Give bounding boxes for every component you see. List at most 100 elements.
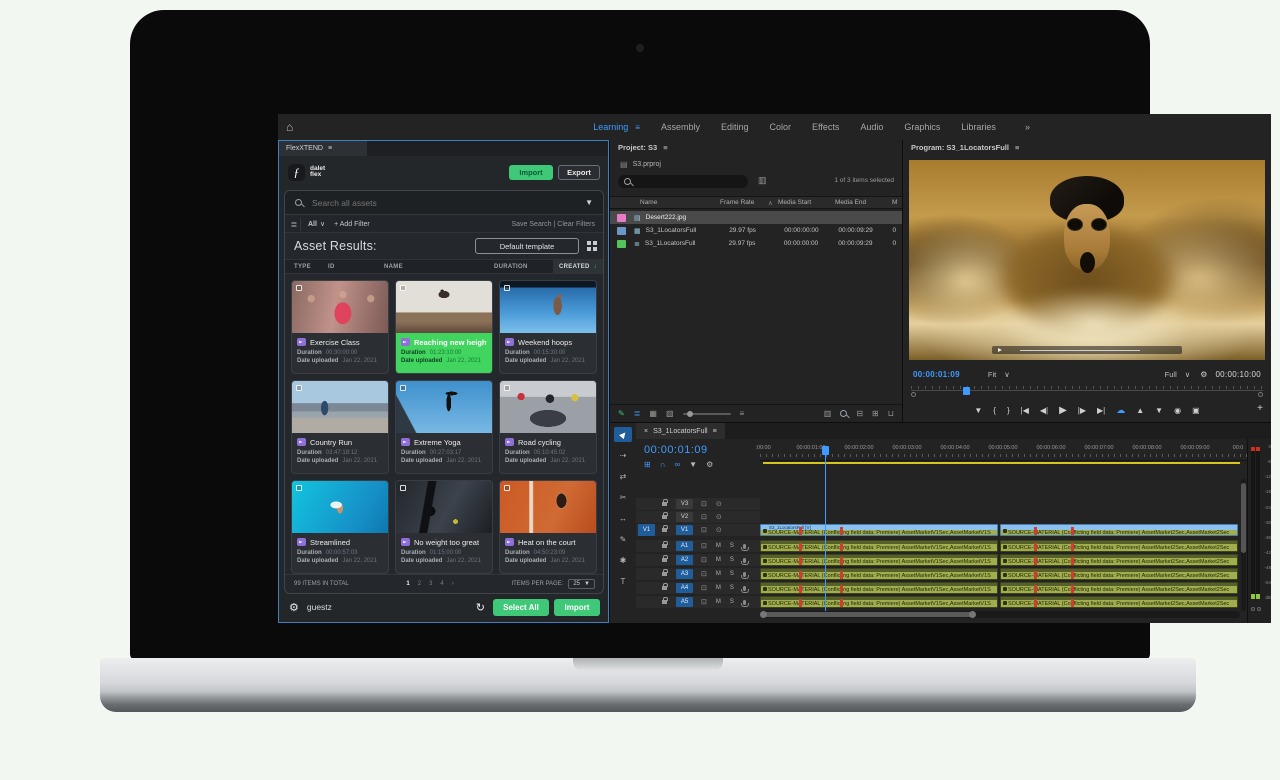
- page-next[interactable]: ›: [452, 581, 454, 587]
- clip-marker[interactable]: [799, 527, 802, 536]
- lock-icon[interactable]: [662, 600, 667, 604]
- solo-button[interactable]: S: [730, 571, 734, 577]
- track-name-a3[interactable]: A3: [676, 569, 693, 579]
- breadcrumb-label[interactable]: S3.prproj: [633, 161, 661, 168]
- track-name-a2[interactable]: A2: [676, 555, 693, 565]
- video-clip[interactable]: SOURCE-MATERIAL (Conflicting field data:…: [1000, 524, 1238, 536]
- close-icon[interactable]: ×: [644, 428, 648, 435]
- clip-marker[interactable]: [799, 599, 802, 608]
- sort-icon[interactable]: ≡: [740, 409, 745, 418]
- save-search-clear-filters-link[interactable]: Save Search | Clear Filters: [511, 221, 595, 228]
- video-clip[interactable]: S3_1LocatorsFull [V] SOURCE-MATERIAL (Co…: [760, 524, 998, 536]
- sequence-tab[interactable]: × S3_1LocatorsFull ≡: [636, 423, 725, 439]
- label-color-chip[interactable]: [617, 240, 626, 248]
- track-name-a4[interactable]: A4: [676, 583, 693, 593]
- solo-button[interactable]: S: [730, 557, 734, 563]
- asset-card[interactable]: Exercise Class Duration00:30:00:00 Date …: [291, 280, 389, 374]
- tab-learning[interactable]: Learning: [593, 122, 628, 132]
- sync-lock-icon[interactable]: ⊡: [701, 542, 707, 550]
- add-filter-link[interactable]: + Add Filter: [334, 221, 370, 228]
- add-marker-icon[interactable]: ▼: [689, 460, 697, 469]
- search-bin-icon[interactable]: ▥: [758, 175, 767, 186]
- timeline-h-scrollbar[interactable]: [760, 611, 1240, 618]
- col-id[interactable]: ID: [328, 264, 384, 270]
- pen-tool[interactable]: ✎: [614, 532, 632, 547]
- snap-magnet-icon[interactable]: ∩: [660, 460, 666, 469]
- audio-clip[interactable]: SOURCE-MATERIAL (Conflicting field data:…: [760, 540, 998, 552]
- settings-wrench-icon[interactable]: ⚙: [1200, 370, 1207, 379]
- button-editor-icon[interactable]: +: [1257, 403, 1263, 414]
- clip-marker[interactable]: [799, 557, 802, 566]
- razor-tool[interactable]: ✂: [614, 490, 632, 505]
- clip-marker[interactable]: [840, 557, 843, 566]
- lock-icon[interactable]: [662, 515, 667, 519]
- voiceover-mic-icon[interactable]: [743, 558, 746, 563]
- clip-marker[interactable]: [1034, 599, 1037, 608]
- audio-clip[interactable]: SOURCE-MATERIAL (Conflicting field data:…: [760, 554, 998, 566]
- mark-in-icon[interactable]: {: [993, 406, 996, 415]
- sync-lock-icon[interactable]: ⊡: [701, 598, 707, 606]
- clip-marker[interactable]: [1071, 571, 1074, 580]
- lift-icon[interactable]: ▲: [1136, 406, 1144, 415]
- meter-solo-knobs[interactable]: [1251, 607, 1261, 611]
- scrollbar-knob[interactable]: [911, 392, 916, 397]
- clip-marker[interactable]: [840, 543, 843, 552]
- audio-clip[interactable]: SOURCE-MATERIAL (Conflicting field data:…: [760, 582, 998, 594]
- mute-button[interactable]: M: [716, 599, 721, 605]
- grid-view-icon[interactable]: [587, 241, 591, 245]
- clip-marker[interactable]: [840, 599, 843, 608]
- clip-marker[interactable]: [1034, 557, 1037, 566]
- clip-marker[interactable]: [840, 571, 843, 580]
- audio-clip[interactable]: SOURCE-MATERIAL (Conflicting field data:…: [760, 568, 998, 580]
- asset-checkbox[interactable]: [400, 285, 406, 291]
- project-row-desert[interactable]: ▤ Desert222.jpg: [610, 211, 902, 224]
- type-tool[interactable]: T: [614, 574, 632, 589]
- mute-button[interactable]: M: [716, 557, 721, 563]
- program-timecode[interactable]: 00:00:01:09: [913, 370, 960, 379]
- scope-dropdown[interactable]: All: [308, 221, 317, 228]
- clip-marker[interactable]: [799, 571, 802, 580]
- import-button-top[interactable]: Import: [509, 165, 553, 180]
- sync-lock-icon[interactable]: ⊡: [701, 513, 707, 521]
- linked-selection-icon[interactable]: ∞: [674, 460, 680, 469]
- asset-checkbox[interactable]: [400, 485, 406, 491]
- mute-button[interactable]: M: [716, 585, 721, 591]
- asset-card[interactable]: No weight too great Duration01:15:00:00 …: [395, 480, 493, 574]
- video-overlay-controls[interactable]: [992, 346, 1182, 354]
- clip-marker[interactable]: [1071, 557, 1074, 566]
- track-output-icon[interactable]: ⊙: [716, 513, 722, 521]
- trash-icon[interactable]: ⊔: [888, 409, 894, 418]
- tab-graphics[interactable]: Graphics: [904, 122, 940, 132]
- track-name-a5[interactable]: A5: [676, 597, 693, 607]
- asset-card[interactable]: Country Run Duration03:47:18:12 Date upl…: [291, 380, 389, 474]
- scrollbar-knob[interactable]: [1258, 392, 1263, 397]
- lock-icon[interactable]: [662, 528, 667, 532]
- solo-button[interactable]: S: [730, 599, 734, 605]
- panel-menu-icon[interactable]: ≡: [713, 428, 717, 435]
- asset-checkbox[interactable]: [296, 285, 302, 291]
- go-to-in-icon[interactable]: |◀: [1021, 406, 1029, 415]
- solo-button[interactable]: S: [730, 543, 734, 549]
- page-1[interactable]: 1: [406, 581, 409, 587]
- new-item-icon[interactable]: ⊞: [872, 409, 879, 418]
- clip-marker[interactable]: [1071, 599, 1074, 608]
- track-name-v2[interactable]: V2: [676, 512, 693, 522]
- asset-checkbox[interactable]: [296, 385, 302, 391]
- tab-effects[interactable]: Effects: [812, 122, 839, 132]
- sync-lock-icon[interactable]: ⊡: [701, 556, 707, 564]
- program-monitor-video[interactable]: [909, 160, 1265, 360]
- freeform-view-icon[interactable]: ▧: [666, 409, 674, 418]
- project-search-input[interactable]: [635, 178, 735, 185]
- tab-audio[interactable]: Audio: [860, 122, 883, 132]
- scrollbar-handle[interactable]: [1241, 483, 1246, 553]
- tab-libraries[interactable]: Libraries: [961, 122, 996, 132]
- tree-view-icon[interactable]: ≣: [288, 218, 301, 231]
- panel-menu-icon[interactable]: ≡: [1015, 143, 1019, 152]
- scrubber-playhead[interactable]: [963, 387, 970, 395]
- home-icon[interactable]: ⌂: [286, 120, 293, 134]
- scope-caret-icon[interactable]: ∨: [320, 220, 325, 228]
- sync-lock-icon[interactable]: ⊡: [701, 570, 707, 578]
- asset-checkbox[interactable]: [400, 385, 406, 391]
- go-to-out-icon[interactable]: ▶|: [1097, 406, 1105, 415]
- icon-view-icon[interactable]: ▦: [649, 409, 657, 418]
